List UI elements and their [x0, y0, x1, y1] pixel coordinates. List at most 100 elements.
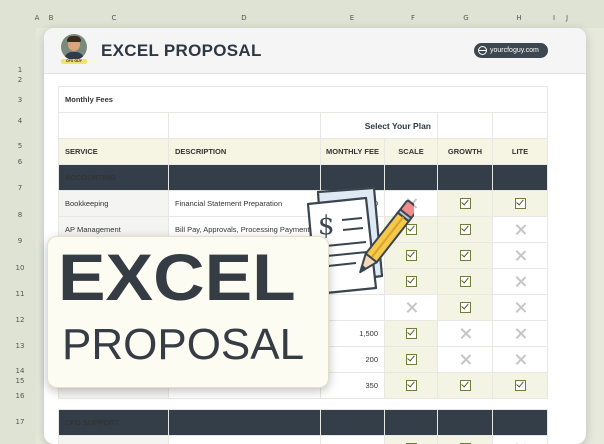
checkbox-checked-icon[interactable] — [459, 302, 471, 313]
column-letter[interactable]: D — [241, 14, 246, 22]
column-letter[interactable]: H — [516, 14, 521, 22]
col-header-growth[interactable]: GROWTH — [437, 138, 493, 165]
cross-icon[interactable] — [406, 302, 417, 313]
column-letter[interactable]: E — [350, 14, 354, 22]
checkbox-checked-icon[interactable] — [459, 380, 471, 391]
plan-cell-growth[interactable] — [437, 320, 493, 347]
table-title[interactable]: Monthly Fees — [58, 86, 548, 113]
cross-icon[interactable] — [515, 354, 526, 365]
column-letter[interactable]: G — [463, 14, 468, 22]
plan-cell-growth[interactable] — [437, 242, 493, 269]
plan-cell-lite[interactable] — [492, 346, 548, 373]
row-number[interactable]: 16 — [16, 392, 25, 400]
row-number[interactable]: 11 — [16, 290, 25, 298]
cross-icon[interactable] — [515, 224, 526, 235]
cfo-rows: Board ReportingPreparing Board Materials… — [58, 435, 548, 444]
plan-cell-scale[interactable] — [384, 435, 438, 444]
avatar — [61, 34, 87, 60]
description-cell[interactable]: Preparing Board Materials — [168, 435, 321, 444]
monthly-fee-cell[interactable]: 500 — [320, 435, 385, 444]
row-number[interactable]: 8 — [18, 211, 22, 219]
cross-icon[interactable] — [515, 328, 526, 339]
cross-icon[interactable] — [460, 354, 471, 365]
plan-cell-scale[interactable] — [384, 320, 438, 347]
checkbox-checked-icon[interactable] — [405, 328, 417, 339]
column-letter[interactable]: B — [49, 14, 54, 22]
column-letter[interactable]: J — [566, 14, 568, 22]
banner-line-2: PROPOSAL — [62, 320, 305, 369]
row-number[interactable]: 14 — [16, 367, 25, 375]
col-header-service[interactable]: SERVICE — [58, 138, 169, 165]
column-letter[interactable]: I — [553, 14, 555, 22]
col-header-scale[interactable]: SCALE — [384, 138, 438, 165]
table-row: Board ReportingPreparing Board Materials… — [58, 435, 548, 444]
plan-cell-growth[interactable] — [437, 294, 493, 321]
plan-cell-lite[interactable] — [492, 242, 548, 269]
checkbox-checked-icon[interactable] — [459, 224, 471, 235]
section-label[interactable]: CFO SUPPORT — [58, 409, 169, 436]
section-row-cfo-support: CFO SUPPORT — [58, 409, 548, 436]
table-title-row: Monthly Fees — [58, 86, 548, 113]
plan-cell-growth[interactable] — [437, 216, 493, 243]
row-number[interactable]: 12 — [16, 316, 25, 324]
checkbox-checked-icon[interactable] — [405, 354, 417, 365]
column-header-row: SERVICE DESCRIPTION MONTHLY FEE SCALE GR… — [58, 138, 548, 165]
cross-icon[interactable] — [515, 250, 526, 261]
plan-cell-growth[interactable] — [437, 346, 493, 373]
col-header-lite[interactable]: LITE — [492, 138, 548, 165]
row-number[interactable]: 13 — [16, 342, 25, 350]
row-number[interactable]: 7 — [18, 184, 22, 192]
plan-cell-scale[interactable] — [384, 346, 438, 373]
column-letter[interactable]: F — [411, 14, 415, 22]
row-number[interactable]: 5 — [18, 142, 22, 150]
row-number[interactable]: 2 — [18, 76, 22, 84]
globe-icon — [478, 46, 487, 55]
service-cell[interactable]: Board Reporting — [58, 435, 169, 444]
row-number[interactable]: 9 — [18, 237, 22, 245]
checkbox-checked-icon[interactable] — [514, 380, 526, 391]
row-number[interactable]: 17 — [16, 418, 25, 426]
monthly-fee-cell[interactable]: 1,500 — [320, 320, 385, 347]
plan-cell-lite[interactable] — [492, 294, 548, 321]
service-cell[interactable]: Bookkeeping — [58, 190, 169, 217]
website-link[interactable]: yourcfoguy.com — [474, 43, 548, 58]
cross-icon[interactable] — [515, 276, 526, 287]
checkbox-checked-icon[interactable] — [459, 198, 471, 209]
cross-icon[interactable] — [460, 328, 471, 339]
col-header-description[interactable]: DESCRIPTION — [168, 138, 321, 165]
checkbox-checked-icon[interactable] — [459, 250, 471, 261]
monthly-fee-cell[interactable]: 350 — [320, 372, 385, 399]
plan-cell-lite[interactable] — [492, 435, 548, 444]
row-number[interactable]: 15 — [16, 377, 25, 385]
row-number[interactable]: 4 — [18, 117, 22, 125]
section-label[interactable]: ACCOUNTING — [58, 164, 169, 191]
monthly-fee-cell[interactable]: 200 — [320, 346, 385, 373]
row-number[interactable]: 6 — [18, 158, 22, 166]
row-number[interactable]: 10 — [16, 264, 25, 272]
column-letter[interactable]: C — [112, 14, 117, 22]
plan-cell-lite[interactable] — [492, 372, 548, 399]
plan-cell-growth[interactable] — [437, 268, 493, 295]
checkbox-checked-icon[interactable] — [459, 276, 471, 287]
row-header-bar: 1 2 3 4 5 6 7 8 9 10 11 12 13 14 15 16 1… — [0, 28, 36, 444]
plan-cell-growth[interactable] — [437, 435, 493, 444]
checkbox-checked-icon[interactable] — [405, 380, 417, 391]
checkbox-checked-icon[interactable] — [514, 198, 526, 209]
proposal-header: CFO GUY EXCEL PROPOSAL yourcfoguy.com — [44, 28, 586, 74]
title-banner: EXCEL PROPOSAL — [47, 236, 329, 388]
plan-cell-scale[interactable] — [384, 372, 438, 399]
plan-cell-lite[interactable] — [492, 190, 548, 217]
select-plan-label[interactable]: Select Your Plan — [320, 112, 438, 139]
plan-cell-growth[interactable] — [437, 190, 493, 217]
plan-cell-lite[interactable] — [492, 320, 548, 347]
col-header-monthly-fee[interactable]: MONTHLY FEE — [320, 138, 385, 165]
plan-cell-growth[interactable] — [437, 372, 493, 399]
plan-cell-lite[interactable] — [492, 216, 548, 243]
plan-cell-lite[interactable] — [492, 268, 548, 295]
column-letter[interactable]: A — [35, 14, 40, 22]
row-number[interactable]: 3 — [18, 96, 22, 104]
cross-icon[interactable] — [515, 302, 526, 313]
select-plan-row: Select Your Plan — [58, 112, 548, 139]
column-header-bar: A B C D E F G H I J — [0, 0, 604, 28]
row-number[interactable]: 1 — [18, 66, 22, 74]
